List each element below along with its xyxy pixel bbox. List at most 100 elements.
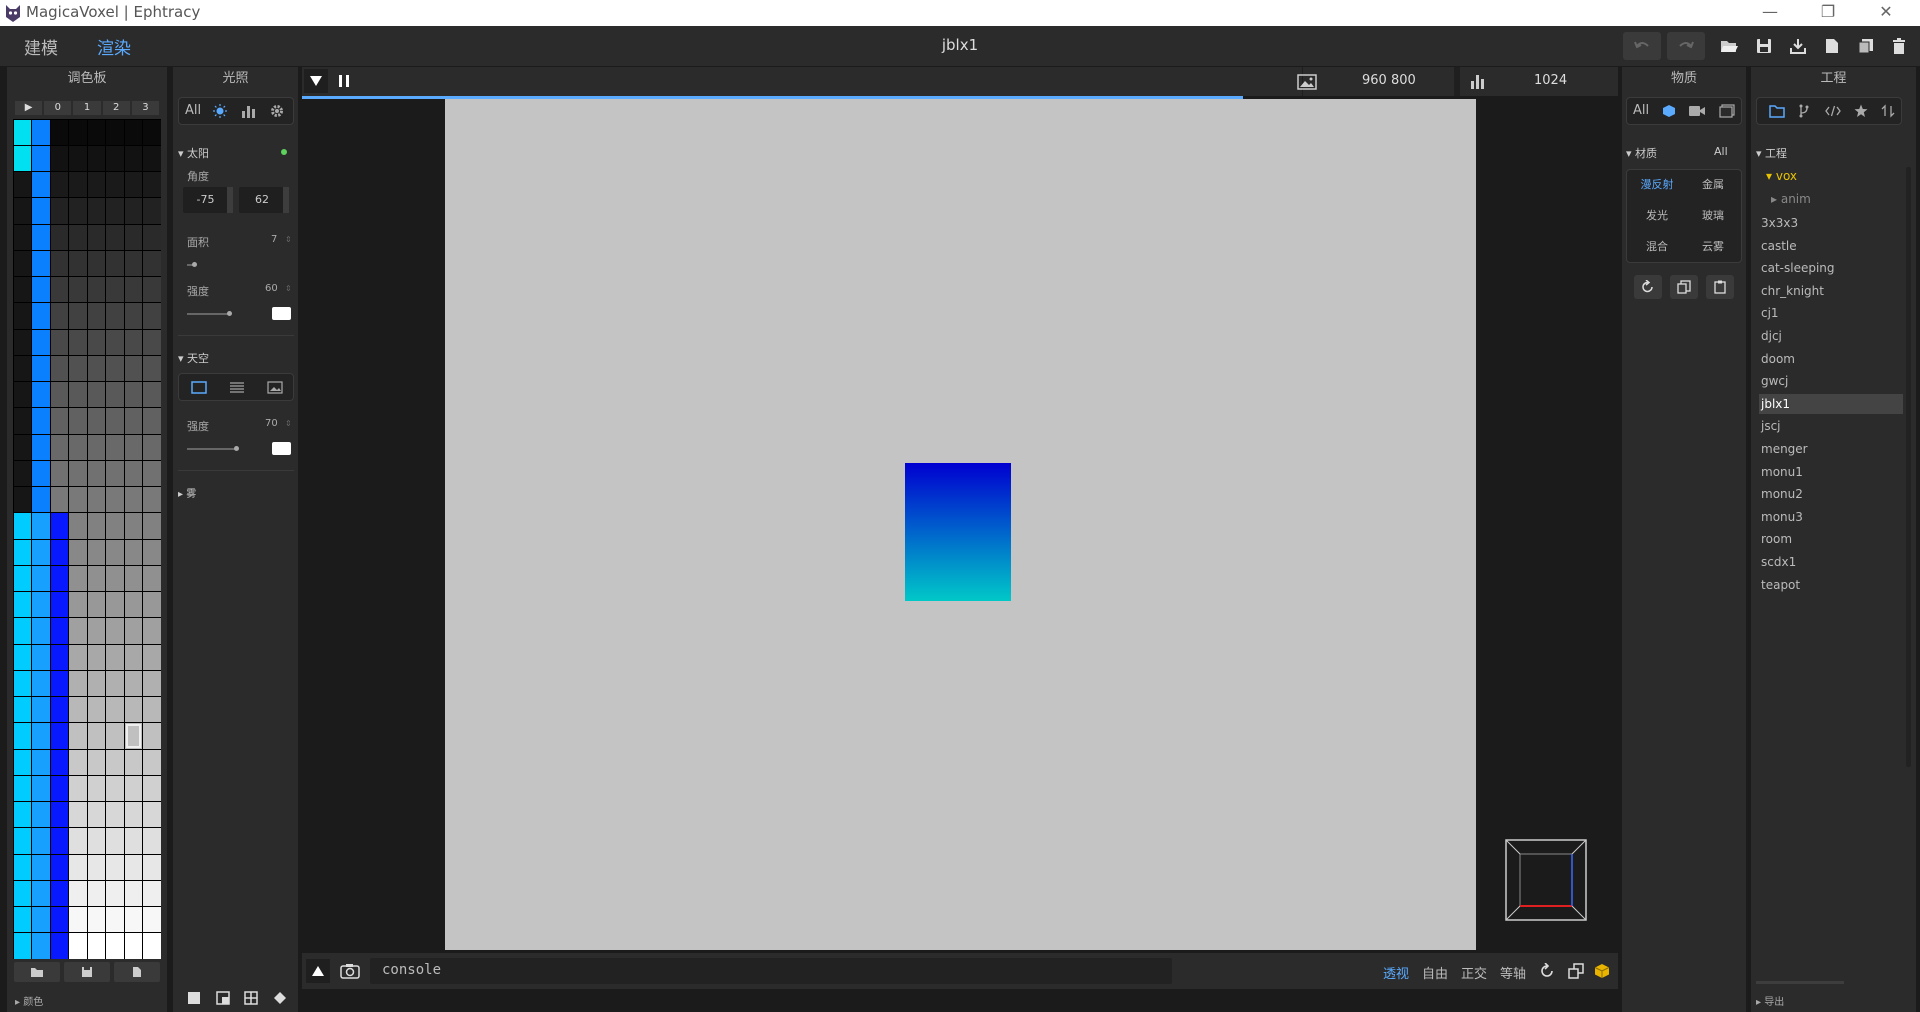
project-file-item[interactable]: jscj	[1759, 416, 1903, 436]
palette-color-cell[interactable]	[13, 828, 31, 854]
palette-color-cell[interactable]	[143, 303, 161, 329]
palette-color-cell[interactable]	[106, 224, 124, 250]
palette-color-cell[interactable]	[32, 277, 50, 303]
palette-color-cell[interactable]	[32, 329, 50, 355]
palette-color-cell[interactable]	[69, 618, 87, 644]
save-button[interactable]	[1749, 32, 1779, 60]
palette-color-cell[interactable]	[106, 172, 124, 198]
palette-color-cell[interactable]	[143, 828, 161, 854]
palette-color-cell[interactable]	[143, 329, 161, 355]
fog-section-title[interactable]: ▸ 雾	[178, 485, 196, 500]
palette-color-cell[interactable]	[32, 355, 50, 381]
palette-color-cell[interactable]	[50, 670, 68, 696]
palette-color-cell[interactable]	[143, 644, 161, 670]
palette-save-button[interactable]	[64, 962, 110, 982]
palette-color-cell[interactable]	[13, 277, 31, 303]
sun-enabled-dot[interactable]	[281, 149, 287, 155]
palette-color-cell[interactable]	[69, 723, 87, 749]
palette-color-cell[interactable]	[106, 408, 124, 434]
palette-color-cell[interactable]	[13, 198, 31, 224]
palette-color-cell[interactable]	[87, 434, 105, 460]
palette-color-cell[interactable]	[87, 382, 105, 408]
sun-intensity-value[interactable]: 60	[265, 283, 278, 294]
palette-color-cell[interactable]	[32, 408, 50, 434]
project-file-item[interactable]: monu3	[1759, 507, 1903, 527]
palette-color-cell[interactable]	[106, 119, 124, 145]
palette-color-cell[interactable]	[32, 749, 50, 775]
palette-color-cell[interactable]	[106, 933, 124, 959]
palette-color-cell[interactable]	[13, 907, 31, 933]
palette-color-cell[interactable]	[13, 119, 31, 145]
palette-color-cell[interactable]	[69, 277, 87, 303]
palette-color-cell[interactable]	[69, 224, 87, 250]
palette-color-cell[interactable]	[143, 723, 161, 749]
delete-button[interactable]	[1884, 32, 1914, 60]
palette-color-cell[interactable]	[124, 513, 142, 539]
palette-color-cell[interactable]	[106, 723, 124, 749]
palette-color-cell[interactable]	[106, 880, 124, 906]
branch-icon[interactable]	[1798, 104, 1810, 118]
palette-color-cell[interactable]	[32, 854, 50, 880]
sun-icon[interactable]	[213, 104, 227, 118]
sky-section-title[interactable]: ▾ 天空	[178, 350, 209, 366]
palette-color-cell[interactable]	[87, 198, 105, 224]
palette-color-cell[interactable]	[50, 145, 68, 171]
palette-color-cell[interactable]	[87, 565, 105, 591]
palette-color-cell[interactable]	[69, 145, 87, 171]
project-file-item[interactable]: monu2	[1759, 484, 1903, 504]
sample-count[interactable]: 1024	[1534, 73, 1567, 88]
palette-color-cell[interactable]	[106, 592, 124, 618]
copy-file-button[interactable]	[1851, 32, 1881, 60]
palette-color-cell[interactable]	[32, 907, 50, 933]
material-type-glass[interactable]: 玻璃	[1687, 203, 1739, 229]
palette-color-cell[interactable]	[143, 670, 161, 696]
palette-color-cell[interactable]	[32, 592, 50, 618]
folder-anim[interactable]: ▸ anim	[1771, 192, 1811, 206]
sort-icon[interactable]	[1881, 104, 1895, 118]
palette-color-cell[interactable]	[13, 408, 31, 434]
material-type-metal[interactable]: 金属	[1687, 172, 1739, 198]
project-file-item[interactable]: jblx1	[1759, 393, 1903, 414]
sky-intensity-stepper[interactable]: ⇕	[285, 419, 292, 428]
star-icon[interactable]	[1854, 104, 1868, 118]
palette-color-cell[interactable]	[143, 355, 161, 381]
project-file-item[interactable]: scdx1	[1759, 552, 1903, 572]
palette-color-cell[interactable]	[69, 933, 87, 959]
palette-color-cell[interactable]	[124, 802, 142, 828]
palette-color-cell[interactable]	[87, 670, 105, 696]
folder-vox[interactable]: ▾ vox	[1766, 169, 1797, 183]
project-file-item[interactable]: menger	[1759, 439, 1903, 459]
palette-color-cell[interactable]	[50, 907, 68, 933]
corner-icon[interactable]	[215, 991, 230, 1005]
palette-color-cell[interactable]	[106, 329, 124, 355]
palette-color-cell[interactable]	[32, 198, 50, 224]
palette-color-cell[interactable]	[124, 303, 142, 329]
undo-button[interactable]	[1623, 32, 1661, 60]
camera-mode-iso[interactable]: 等轴	[1500, 963, 1526, 982]
palette-color-cell[interactable]	[106, 644, 124, 670]
palette-color-cell[interactable]	[124, 670, 142, 696]
palette-color-cell[interactable]	[106, 828, 124, 854]
palette-color-cell[interactable]	[87, 880, 105, 906]
palette-color-cell[interactable]	[50, 592, 68, 618]
palette-color-cell[interactable]	[50, 277, 68, 303]
redo-button[interactable]	[1667, 32, 1705, 60]
palette-color-cell[interactable]	[143, 592, 161, 618]
sun-angle-input-1[interactable]: -75	[183, 187, 228, 213]
palette-tab-1[interactable]: 1	[73, 101, 101, 115]
palette-color-cell[interactable]	[69, 697, 87, 723]
palette-color-cell[interactable]	[69, 513, 87, 539]
project-file-item[interactable]: 3x3x3	[1759, 213, 1903, 233]
palette-color-cell[interactable]	[87, 119, 105, 145]
palette-color-cell[interactable]	[124, 775, 142, 801]
palette-color-cell[interactable]	[124, 749, 142, 775]
palette-color-cell[interactable]	[87, 644, 105, 670]
palette-color-cell[interactable]	[69, 802, 87, 828]
palette-color-cell[interactable]	[87, 250, 105, 276]
palette-color-cell[interactable]	[106, 749, 124, 775]
horizontal-scrollbar[interactable]	[1756, 981, 1844, 984]
palette-color-cell[interactable]	[50, 723, 68, 749]
palette-color-cell[interactable]	[143, 224, 161, 250]
project-file-item[interactable]: castle	[1759, 236, 1903, 256]
palette-color-cell[interactable]	[13, 749, 31, 775]
